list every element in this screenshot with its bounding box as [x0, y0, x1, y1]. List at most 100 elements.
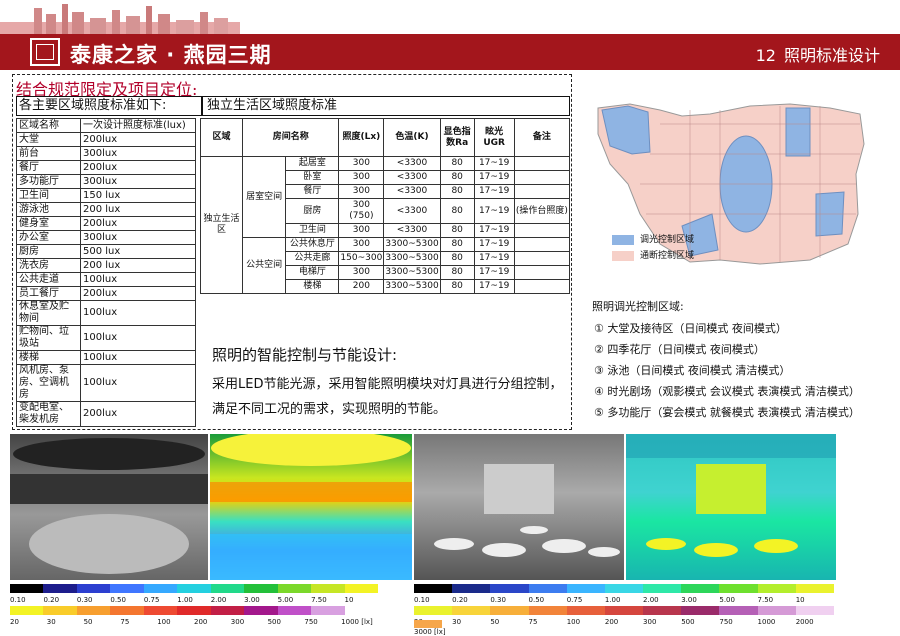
legend-switch-swatch	[612, 250, 634, 261]
scale-1-bottom-labels: 20 30 50 75 100 200 300 500 750 1000 [lx]	[10, 618, 378, 626]
scale-swatch	[43, 606, 77, 615]
zones-title: 照明调光控制区域:	[592, 300, 684, 313]
scale-label: 30	[452, 618, 462, 626]
scale-swatch	[110, 606, 144, 615]
lux-cell: 300	[338, 237, 385, 252]
th-cct: 色温(K)	[383, 118, 441, 157]
lux-cell: 300	[338, 265, 385, 280]
legend-switch: 通断控制区域	[612, 248, 694, 261]
scale-label: 0.20	[43, 596, 60, 604]
scale-label: 1000 [lx]	[341, 618, 373, 626]
scale-label: 2.00	[643, 596, 659, 604]
lux-cell: 200 lux	[80, 202, 196, 217]
scale-label: 30	[46, 618, 56, 626]
color-scale-1b	[10, 606, 378, 615]
zones-list: ① 大堂及接待区（日间模式 夜间模式） ② 四季花厅（日间模式 夜间模式） ③ …	[594, 318, 860, 423]
th-ugr: 眩光UGR	[473, 118, 515, 157]
scale-swatch	[681, 606, 720, 615]
scale-label: 50	[83, 618, 93, 626]
note-cell	[513, 170, 571, 185]
ugr-cell: 17~19	[473, 198, 515, 224]
scale-label: 7.50	[311, 596, 327, 604]
scale-label: 0.30	[490, 596, 506, 604]
group-cell: 公共空间	[241, 237, 287, 294]
zone-item: ② 四季花厅（日间模式 夜间模式）	[594, 343, 765, 356]
illuminance-row: 餐厅 200lux	[16, 160, 196, 175]
scale-label: 7.50	[757, 596, 774, 604]
scale-swatch	[177, 606, 211, 615]
ugr-cell: 17~19	[473, 170, 515, 185]
banquet-rendering	[414, 434, 624, 580]
area-name-cell: 风机房、泵房、空调机房	[16, 364, 81, 402]
scale-label: 3.00	[244, 596, 260, 604]
lux-cell: 300	[338, 223, 385, 238]
room-cell: 楼梯	[285, 279, 340, 294]
th-note: 备注	[513, 118, 571, 157]
cct-cell: <3300	[383, 156, 441, 171]
scale-2-extra-label: 3000 [lx]	[414, 628, 446, 636]
scale-label: 1.00	[177, 596, 193, 604]
cct-cell: 3300~5300	[383, 279, 441, 294]
scale-swatch	[414, 584, 453, 593]
illuminance-row: 洗衣房 200 lux	[16, 258, 196, 273]
lux-cell: 200lux	[80, 286, 196, 301]
left-section-title: 各主要区域照度标准如下:	[16, 96, 202, 116]
scale-label: 0.75	[566, 596, 583, 604]
scale-swatch	[757, 584, 796, 593]
cct-cell: <3300	[383, 184, 441, 199]
lux-cell: 100lux	[80, 272, 196, 287]
scale-label: 5.00	[277, 596, 294, 604]
scale-label: 10	[344, 596, 354, 604]
room-cell: 起居室	[285, 156, 340, 171]
scale-swatch	[76, 606, 111, 615]
scale-swatch	[566, 584, 605, 593]
lux-cell: 100lux	[80, 300, 196, 326]
scale-label: 750	[719, 618, 733, 626]
area-name-cell: 洗衣房	[16, 258, 81, 273]
lux-cell: 150 lux	[80, 188, 196, 203]
illuminance-row: 前台 300lux	[16, 146, 196, 161]
room-cell: 公共走廊	[285, 251, 340, 266]
scale-label: 75	[528, 618, 538, 626]
illuminance-row: 贮物间、垃圾站 100lux	[16, 325, 196, 351]
scale-label: 0.30	[76, 596, 93, 604]
ugr-cell: 17~19	[473, 279, 515, 294]
scale-swatch	[110, 584, 144, 593]
ra-cell: 80	[439, 223, 475, 238]
lux-cell: 200 lux	[80, 258, 196, 273]
cct-cell: 3300~5300	[383, 251, 441, 266]
cct-cell: <3300	[383, 198, 441, 224]
note-cell	[513, 265, 571, 280]
illuminance-row: 卫生间 150 lux	[16, 188, 196, 203]
room-cell: 餐厅	[285, 184, 340, 199]
living-area-table: 区域 房间名称 照度(Lx) 色温(K) 显色指数Ra 眩光UGR 备注 独立生…	[200, 118, 571, 294]
zone-cell: 独立生活区	[200, 156, 243, 294]
header-bar: 泰康之家 · 燕园三期 12 照明标准设计	[0, 34, 900, 70]
scale-swatch	[344, 584, 378, 593]
legend-dim-label: 调光控制区域	[640, 235, 695, 245]
scale-swatch	[681, 584, 720, 593]
scale-label: 500	[267, 618, 281, 626]
scale-label: 2.00	[210, 596, 227, 604]
scale-2-top-labels: 0.10 0.20 0.30 0.50 0.75 1.00 2.00 3.00 5.00 7.50…	[414, 596, 834, 604]
ra-cell: 80	[439, 279, 475, 294]
zone-item: ① 大堂及接待区（日间模式 夜间模式）	[594, 322, 787, 335]
lux-cell: 100lux	[80, 325, 196, 351]
scale-swatch	[143, 584, 178, 593]
scale-label: 1000	[757, 618, 776, 626]
page-title: 12 照明标准设计	[756, 42, 880, 66]
scale-label: 750	[304, 618, 318, 626]
ra-cell: 80	[439, 170, 475, 185]
scale-label: 200	[193, 618, 208, 626]
area-name-cell: 多功能厅	[16, 174, 81, 189]
scale-swatch	[277, 584, 312, 593]
legend-dim-swatch	[612, 234, 634, 245]
scale-swatch	[719, 584, 758, 593]
room-cell: 卧室	[285, 170, 340, 185]
scale-swatch	[528, 584, 567, 593]
note-cell	[513, 184, 571, 199]
scale-label: 0.10	[10, 596, 26, 604]
scale-label: 100	[157, 618, 171, 626]
lux-cell: 100lux	[80, 364, 196, 402]
scale-swatch	[757, 606, 796, 615]
